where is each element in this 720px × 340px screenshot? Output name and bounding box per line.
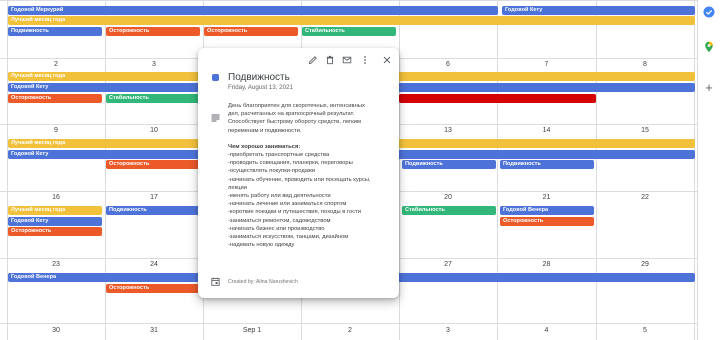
day-number[interactable]: 10 — [144, 127, 164, 134]
event-date: Friday, August 13, 2021 — [228, 84, 293, 91]
day-number[interactable]: 22 — [635, 194, 655, 201]
delete-icon[interactable] — [325, 55, 335, 65]
day-number[interactable]: 23 — [46, 261, 66, 268]
description-list-heading: Чем хорошо заниматься: — [228, 143, 301, 150]
day-number[interactable]: 29 — [635, 261, 655, 268]
description-line: Способствует быстрому обороту средств, л… — [228, 119, 361, 126]
description-list-item: -начинать лечение или заниматься спортом — [228, 201, 347, 208]
description-list-item: -надевать новую одежду — [228, 242, 295, 249]
event-chip[interactable]: Стабильность — [302, 27, 396, 36]
event-chip[interactable]: Осторожность — [8, 227, 102, 236]
add-icon[interactable]: + — [703, 81, 715, 94]
grid-column-line — [497, 0, 498, 340]
description-line: переменам и подвижности. — [228, 127, 302, 134]
day-number[interactable]: 15 — [635, 127, 655, 134]
grid-column-line — [694, 0, 695, 340]
event-chip[interactable]: Подвижность — [402, 160, 496, 169]
event-title: Подвижность — [228, 72, 290, 83]
event-chip[interactable]: Лучший месяц года — [8, 206, 102, 215]
day-number[interactable]: 31 — [144, 327, 164, 334]
close-icon[interactable] — [382, 55, 392, 65]
more-options-icon[interactable] — [360, 55, 370, 65]
event-chip[interactable]: Годовой Кету — [8, 217, 102, 226]
side-panel: + — [697, 0, 720, 340]
grid-column-line — [596, 0, 597, 340]
event-chip[interactable]: Подвижность — [500, 160, 594, 169]
description-list-item: -заниматься искусством, танцами, дизайно… — [228, 234, 349, 241]
day-number[interactable]: 27 — [438, 261, 458, 268]
description-list-item: -приобретать транспортные средства — [228, 152, 330, 159]
day-number[interactable]: Sep 1 — [242, 327, 262, 334]
event-chip[interactable]: Лучший месяц года — [8, 16, 695, 25]
day-number[interactable]: 8 — [635, 61, 655, 68]
description-list-item: -осуществлять покупки-продажи — [228, 168, 316, 175]
day-number[interactable]: 17 — [144, 194, 164, 201]
day-number[interactable]: 24 — [144, 261, 164, 268]
grid-row-line — [0, 0, 697, 1]
email-icon[interactable] — [342, 55, 352, 65]
description-line: дел, расчитанных на краткосрочный резуль… — [228, 111, 355, 118]
day-number[interactable]: 3 — [438, 327, 458, 334]
event-chip[interactable]: Подвижность — [8, 27, 102, 36]
description-list-item: лекции — [228, 184, 247, 191]
edit-icon[interactable] — [308, 55, 318, 65]
tasks-icon[interactable] — [703, 5, 715, 18]
day-number[interactable]: 7 — [537, 61, 557, 68]
grid-column-line — [7, 0, 8, 340]
day-number[interactable]: 28 — [537, 261, 557, 268]
description-list-item: -начинать бизнес или производство — [228, 225, 325, 232]
event-creator: Created by: Alina Narushevich — [228, 279, 298, 285]
description-line: День благоприятен для скоротечных, интен… — [228, 103, 365, 109]
day-number[interactable]: 21 — [537, 194, 557, 201]
day-number[interactable]: 30 — [46, 327, 66, 334]
event-chip[interactable]: Годовой Меркурий — [8, 6, 498, 15]
event-chip[interactable]: Стабильность — [402, 206, 496, 215]
event-color-swatch — [212, 74, 219, 81]
day-number[interactable]: 16 — [46, 194, 66, 201]
grid-column-line — [399, 0, 400, 340]
day-number[interactable]: 2 — [340, 327, 360, 334]
day-number[interactable]: 6 — [438, 61, 458, 68]
description-icon — [211, 109, 220, 122]
maps-icon[interactable] — [703, 40, 715, 53]
event-description: День благоприятен для скоротечных, интен… — [228, 102, 393, 249]
calendar-icon — [211, 273, 220, 286]
day-number[interactable]: 5 — [635, 327, 655, 334]
event-chip[interactable] — [399, 94, 596, 103]
event-chip[interactable]: Годовой Венера — [500, 206, 594, 215]
description-list-item: -начинать обучение, проводить или посеща… — [228, 176, 371, 183]
day-number[interactable]: 2 — [46, 61, 66, 68]
event-details-popup: Подвижность Friday, August 13, 2021 День… — [198, 48, 399, 298]
event-chip[interactable]: Осторожность — [204, 27, 298, 36]
event-chip[interactable]: Осторожность — [106, 284, 200, 293]
day-number[interactable]: 13 — [438, 127, 458, 134]
description-list-item: -заниматься ремонтом, садоводством — [228, 217, 331, 224]
description-list-item: -короткие поездки и путешествия, походы … — [228, 209, 361, 216]
event-chip[interactable]: Осторожность — [8, 94, 102, 103]
event-chip[interactable]: Осторожность — [500, 217, 594, 226]
day-number[interactable]: 4 — [537, 327, 557, 334]
day-number[interactable]: 20 — [438, 194, 458, 201]
description-list-item: -менять работу или вид деятельности — [228, 193, 331, 200]
calendar-page: 2345678910111213141516171819202122232425… — [0, 0, 720, 340]
description-list-item: -проводить совещания, планерки, перегово… — [228, 160, 353, 167]
event-chip[interactable]: Годовой Кету — [502, 6, 695, 15]
grid-row-line — [0, 323, 697, 324]
event-chip[interactable]: Осторожность — [106, 160, 200, 169]
day-number[interactable]: 3 — [144, 61, 164, 68]
day-number[interactable]: 9 — [46, 127, 66, 134]
day-number[interactable]: 14 — [537, 127, 557, 134]
event-chip[interactable]: Подвижность — [106, 206, 200, 215]
event-chip[interactable]: Осторожность — [106, 27, 200, 36]
event-chip[interactable]: Стабильность — [106, 94, 200, 103]
